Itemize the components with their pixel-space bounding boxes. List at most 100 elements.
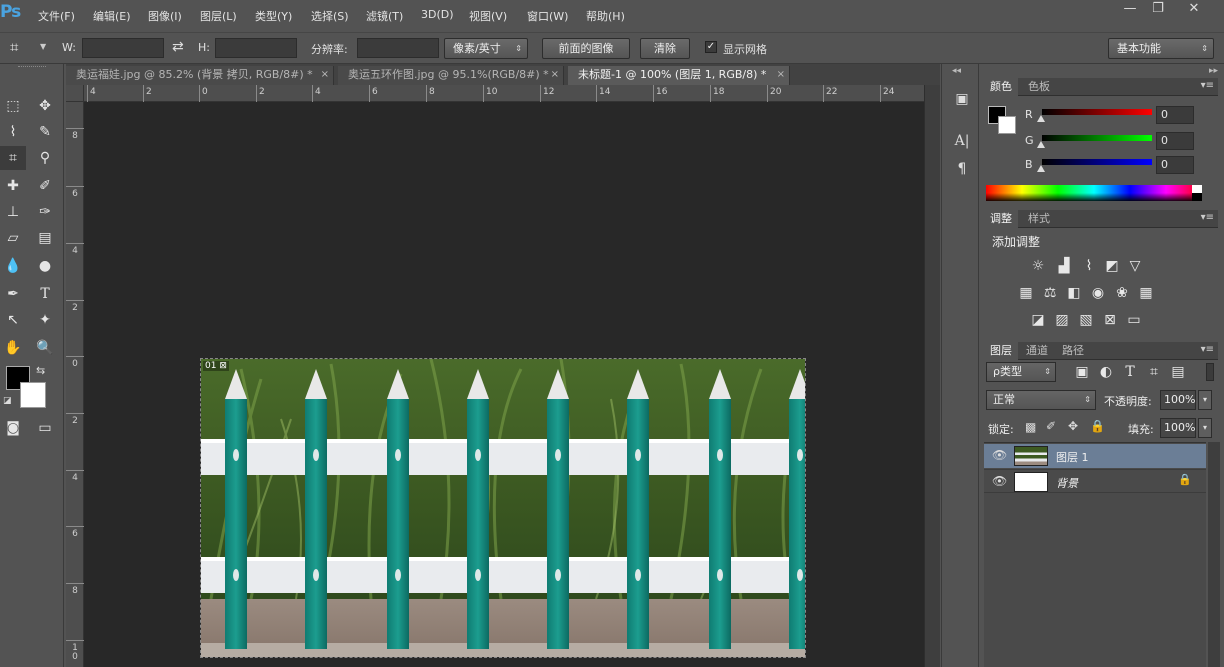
healing-brush-tool-icon[interactable]: ✚: [0, 174, 26, 198]
collapse-icon[interactable]: ◂◂: [952, 66, 961, 76]
ruler-origin[interactable]: [66, 85, 84, 102]
eraser-tool-icon[interactable]: ▱: [0, 226, 26, 250]
close-button[interactable]: ✕: [1180, 0, 1208, 20]
default-colors-icon[interactable]: ◪: [3, 396, 12, 406]
history-brush-tool-icon[interactable]: ✑: [32, 200, 58, 224]
character-panel-icon[interactable]: A|: [951, 130, 973, 152]
restore-button[interactable]: ❐: [1144, 0, 1172, 20]
toolbar-grip[interactable]: [18, 66, 46, 69]
filter-toggle[interactable]: [1206, 363, 1214, 381]
menu-edit[interactable]: 编辑(E): [93, 8, 131, 24]
filter-adjustment-icon[interactable]: ◐: [1096, 362, 1116, 382]
menu-type[interactable]: 类型(Y): [255, 8, 292, 24]
tab-adjustments[interactable]: 调整: [984, 210, 1018, 228]
layer-row-background[interactable]: 👁 背景 🔒: [984, 469, 1206, 493]
exposure-icon[interactable]: ◩: [1102, 256, 1122, 276]
menu-view[interactable]: 视图(V): [469, 8, 507, 24]
green-slider-thumb[interactable]: [1037, 141, 1045, 148]
tab-layers[interactable]: 图层: [984, 342, 1018, 360]
lock-all-icon[interactable]: 🔒: [1090, 419, 1105, 433]
panel-menu-icon[interactable]: ▾≡: [1201, 344, 1214, 355]
tab-document-1[interactable]: 奥运福娃.jpg @ 85.2% (背景 拷贝, RGB/8#) * ×: [66, 66, 334, 85]
zoom-tool-icon[interactable]: 🔍: [32, 336, 58, 360]
lasso-tool-icon[interactable]: ⌇: [0, 120, 26, 144]
lock-transparency-icon[interactable]: ▩: [1025, 420, 1036, 434]
fill-field[interactable]: 100%: [1160, 418, 1196, 438]
lock-paint-icon[interactable]: ✐: [1046, 419, 1056, 433]
brush-tool-icon[interactable]: ✐: [32, 174, 58, 198]
levels-icon[interactable]: ▟: [1054, 256, 1074, 276]
horizontal-ruler[interactable]: 4 2 0 2 4 6 8 10 12 14 16 18 20 22 24: [84, 85, 924, 102]
front-image-button[interactable]: 前面的图像: [542, 38, 630, 59]
green-slider[interactable]: [1042, 135, 1152, 141]
gradient-tool-icon[interactable]: ▤: [32, 226, 58, 250]
menu-help[interactable]: 帮助(H): [586, 8, 625, 24]
clear-button[interactable]: 清除: [640, 38, 690, 59]
eye-icon[interactable]: 👁: [992, 448, 1007, 462]
red-slider-thumb[interactable]: [1037, 115, 1045, 122]
crop-tool-icon[interactable]: ⌗: [10, 38, 18, 56]
close-icon[interactable]: ×: [321, 66, 329, 84]
close-icon[interactable]: ×: [777, 66, 785, 84]
channel-mixer-icon[interactable]: ❀: [1112, 283, 1132, 303]
blend-mode-select[interactable]: 正常 ⇕: [986, 390, 1096, 410]
eyedropper-tool-icon[interactable]: ⚲: [32, 146, 58, 170]
curves-icon[interactable]: ⌇: [1079, 256, 1099, 276]
blue-value[interactable]: 0: [1156, 156, 1194, 174]
blue-slider-thumb[interactable]: [1037, 165, 1045, 172]
move-tool-icon[interactable]: ✥: [32, 94, 58, 118]
blue-slider[interactable]: [1042, 159, 1152, 165]
width-field[interactable]: [82, 38, 164, 58]
eye-icon[interactable]: 👁: [992, 474, 1007, 488]
invert-icon[interactable]: ◪: [1028, 310, 1048, 330]
path-select-tool-icon[interactable]: ↖: [0, 308, 26, 332]
tab-channels[interactable]: 通道: [1020, 342, 1054, 360]
black-white-chip[interactable]: [1192, 185, 1202, 201]
hue-saturation-icon[interactable]: ▦: [1016, 283, 1036, 303]
fill-dropdown-icon[interactable]: ▾: [1198, 418, 1212, 438]
tab-styles[interactable]: 样式: [1022, 210, 1056, 228]
paragraph-panel-icon[interactable]: ¶: [951, 158, 973, 180]
menu-select[interactable]: 选择(S): [311, 8, 349, 24]
unit-select[interactable]: 像素/英寸 ⇕: [444, 38, 528, 59]
vibrance-icon[interactable]: ▽: [1125, 256, 1145, 276]
black-white-icon[interactable]: ◧: [1064, 283, 1084, 303]
tab-color[interactable]: 颜色: [984, 78, 1018, 96]
vertical-scrollbar[interactable]: [924, 85, 940, 667]
pen-tool-icon[interactable]: ✒: [0, 282, 26, 306]
resolution-field[interactable]: [357, 38, 439, 58]
menu-3d[interactable]: 3D(D): [421, 8, 454, 21]
threshold-icon[interactable]: ▧: [1076, 310, 1096, 330]
marquee-tool-icon[interactable]: ⬚: [0, 94, 26, 118]
layer-name[interactable]: 背景: [1056, 475, 1078, 491]
background-color-swatch[interactable]: [20, 382, 46, 408]
quick-mask-icon[interactable]: ◙: [0, 416, 26, 440]
menu-filter[interactable]: 滤镜(T): [366, 8, 403, 24]
show-grid-checkbox[interactable]: ✓: [705, 41, 717, 53]
menu-window[interactable]: 窗口(W): [527, 8, 568, 24]
selective-color-icon[interactable]: ⊠: [1100, 310, 1120, 330]
filter-type-icon[interactable]: T: [1120, 362, 1140, 382]
color-balance-icon[interactable]: ⚖: [1040, 283, 1060, 303]
layer-row-layer1[interactable]: 👁 图层 1: [984, 444, 1206, 468]
tab-paths[interactable]: 路径: [1056, 342, 1090, 360]
filter-pixel-icon[interactable]: ▣: [1072, 362, 1092, 382]
panel-menu-icon[interactable]: ▾≡: [1201, 80, 1214, 91]
expand-icon[interactable]: ▸▸: [1209, 66, 1218, 76]
red-slider[interactable]: [1042, 109, 1152, 115]
swap-colors-icon[interactable]: ⇆: [36, 364, 45, 377]
red-value[interactable]: 0: [1156, 106, 1194, 124]
tab-document-2[interactable]: 奥运五环作图.jpg @ 95.1%(RGB/8#) * ×: [338, 66, 564, 85]
vertical-ruler[interactable]: 8 6 4 2 0 2 4 6 8 1 0: [66, 102, 84, 667]
filter-smart-icon[interactable]: ▤: [1168, 362, 1188, 382]
blur-tool-icon[interactable]: 💧: [0, 254, 26, 278]
tab-document-3[interactable]: 未标题-1 @ 100% (图层 1, RGB/8) * ×: [568, 66, 790, 85]
hand-tool-icon[interactable]: ✋: [0, 336, 26, 360]
opacity-field[interactable]: 100%: [1160, 390, 1196, 410]
canvas-area[interactable]: 01 ⊠: [84, 102, 924, 667]
menu-file[interactable]: 文件(F): [38, 8, 75, 24]
close-icon[interactable]: ×: [551, 66, 559, 84]
color-lookup-icon[interactable]: ▦: [1136, 283, 1156, 303]
lock-position-icon[interactable]: ✥: [1068, 419, 1078, 433]
layer-name[interactable]: 图层 1: [1056, 449, 1089, 465]
